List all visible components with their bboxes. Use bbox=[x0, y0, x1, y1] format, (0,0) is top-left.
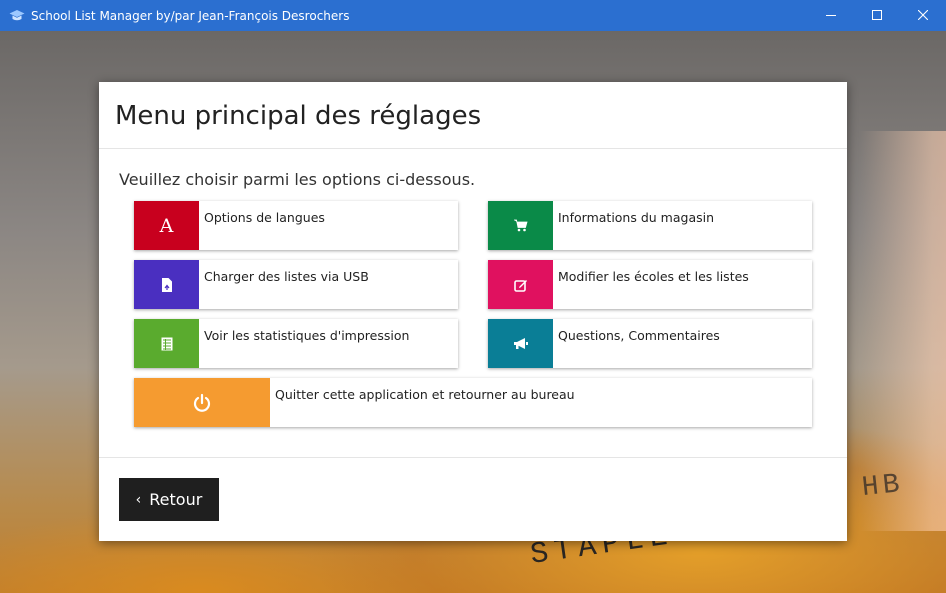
spreadsheet-icon bbox=[134, 319, 199, 368]
tile-quit-application[interactable]: Quitter cette application et retourner a… bbox=[134, 378, 812, 427]
tile-label: Informations du magasin bbox=[558, 210, 715, 225]
power-icon bbox=[134, 378, 270, 427]
edit-icon bbox=[488, 260, 553, 309]
tile-label: Modifier les écoles et les listes bbox=[558, 269, 749, 284]
file-upload-icon bbox=[134, 260, 199, 309]
back-button-label: Retour bbox=[149, 490, 203, 509]
letter-a-icon: A bbox=[134, 201, 199, 250]
close-button[interactable] bbox=[900, 0, 946, 31]
tile-usb-upload[interactable]: Charger des listes via USB bbox=[134, 260, 458, 309]
dialog-header: Menu principal des réglages bbox=[99, 82, 847, 149]
tile-store-info[interactable]: Informations du magasin bbox=[488, 201, 812, 250]
tile-print-stats[interactable]: Voir les statistiques d'impression bbox=[134, 319, 458, 368]
tile-questions-comments[interactable]: Questions, Commentaires bbox=[488, 319, 812, 368]
back-button[interactable]: ‹ Retour bbox=[119, 478, 219, 521]
footer-divider bbox=[99, 457, 847, 458]
maximize-icon bbox=[872, 7, 882, 25]
tile-language-options[interactable]: A Options de langues bbox=[134, 201, 458, 250]
shopping-cart-icon bbox=[488, 201, 553, 250]
tile-label: Questions, Commentaires bbox=[558, 328, 720, 343]
graduation-cap-icon bbox=[9, 8, 25, 24]
tile-label: Charger des listes via USB bbox=[204, 269, 369, 284]
instructions-text: Veuillez choisir parmi les options ci-de… bbox=[119, 170, 476, 189]
chevron-left-icon: ‹ bbox=[135, 491, 142, 508]
tile-label: Options de langues bbox=[204, 210, 325, 225]
background-hb-text: HB bbox=[860, 468, 906, 505]
window-titlebar: School List Manager by/par Jean-François… bbox=[0, 0, 946, 31]
close-icon bbox=[917, 7, 929, 25]
window-controls bbox=[808, 0, 946, 31]
window-title: School List Manager by/par Jean-François… bbox=[31, 8, 350, 23]
megaphone-icon bbox=[488, 319, 553, 368]
settings-dialog: Menu principal des réglages Veuillez cho… bbox=[99, 82, 847, 541]
tile-label: Voir les statistiques d'impression bbox=[204, 328, 410, 343]
maximize-button[interactable] bbox=[854, 0, 900, 31]
tile-edit-schools[interactable]: Modifier les écoles et les listes bbox=[488, 260, 812, 309]
tile-label: Quitter cette application et retourner a… bbox=[275, 387, 575, 402]
minimize-button[interactable] bbox=[808, 0, 854, 31]
minimize-icon bbox=[826, 7, 836, 25]
page-title: Menu principal des réglages bbox=[115, 100, 482, 131]
